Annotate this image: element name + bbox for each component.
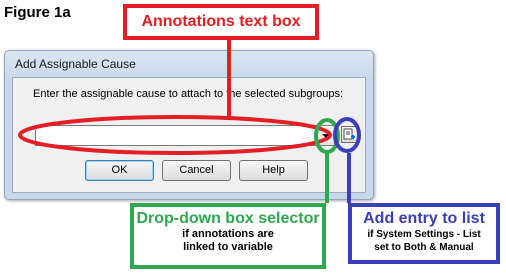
add-entry-callout-heading: Add entry to list bbox=[363, 210, 485, 227]
dialog-prompt: Enter the assignable cause to attach to … bbox=[33, 88, 344, 100]
help-button[interactable]: Help bbox=[239, 160, 308, 181]
add-assignable-cause-dialog: Add Assignable Cause Enter the assignabl… bbox=[4, 50, 374, 200]
chevron-down-icon bbox=[322, 134, 330, 138]
add-entry-callout: Add entry to list if System Settings - L… bbox=[348, 203, 500, 264]
dialog-title: Add Assignable Cause bbox=[15, 57, 136, 71]
cancel-button[interactable]: Cancel bbox=[162, 160, 231, 181]
ok-button[interactable]: OK bbox=[85, 160, 154, 181]
dropdown-callout-heading: Drop-down box selector bbox=[136, 210, 320, 227]
dialog-body: Enter the assignable cause to attach to … bbox=[12, 77, 366, 193]
annotations-callout: Annotations text box bbox=[123, 4, 319, 40]
annotations-callout-heading: Annotations text box bbox=[141, 13, 301, 30]
dropdown-button[interactable] bbox=[317, 126, 334, 145]
figure-label: Figure 1a bbox=[4, 4, 71, 21]
add-entry-icon bbox=[343, 128, 355, 140]
dropdown-callout-note-2: linked to variable bbox=[183, 241, 273, 253]
add-entry-callout-note-2: set to Both & Manual bbox=[374, 242, 474, 253]
annotations-combo-box bbox=[35, 125, 335, 146]
add-entry-button[interactable] bbox=[341, 126, 358, 143]
annotations-text-input[interactable] bbox=[36, 126, 318, 145]
dropdown-callout-note-1: if annotations are bbox=[182, 228, 274, 240]
add-entry-callout-note-1: if System Settings - List bbox=[367, 229, 481, 240]
dropdown-callout: Drop-down box selector if annotations ar… bbox=[130, 203, 326, 269]
dialog-titlebar[interactable]: Add Assignable Cause bbox=[5, 51, 373, 77]
